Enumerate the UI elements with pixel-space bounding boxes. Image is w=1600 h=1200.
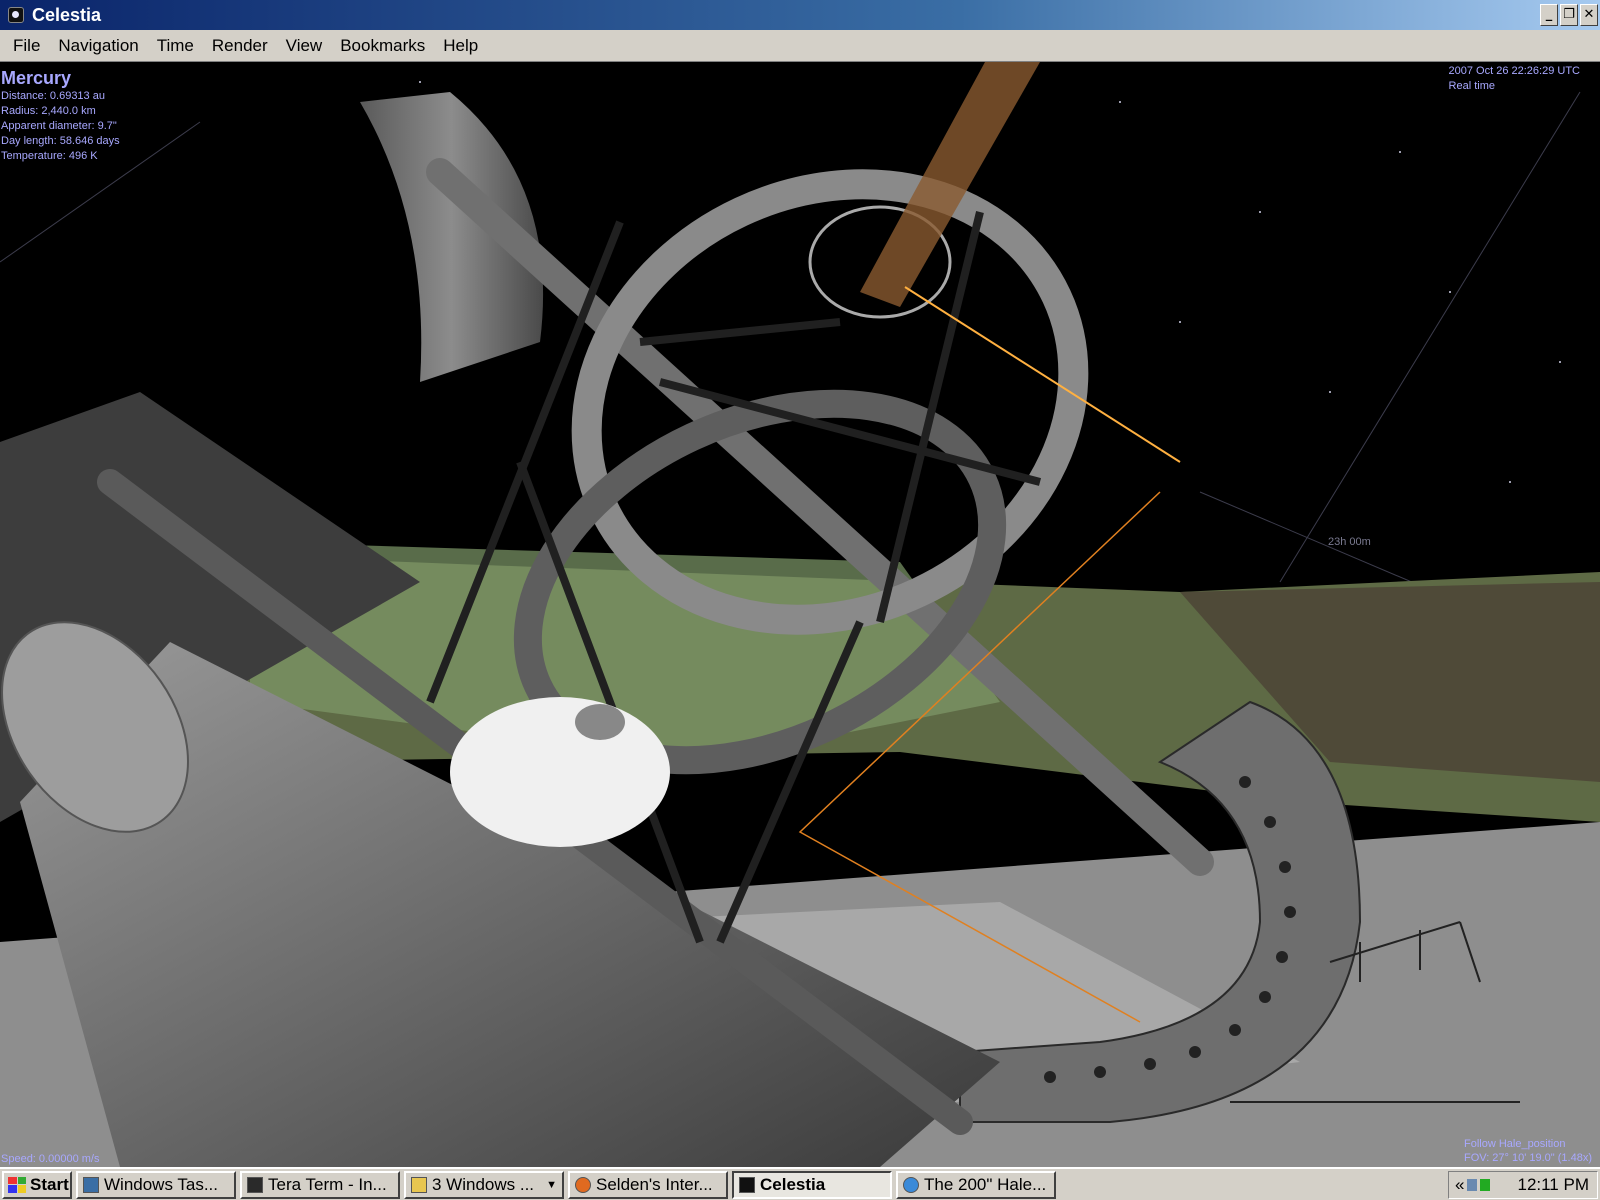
menu-navigation[interactable]: Navigation	[49, 36, 147, 56]
object-info: Distance: 0.69313 au Radius: 2,440.0 km …	[1, 89, 120, 164]
taskbar-item-label: Selden's Inter...	[596, 1174, 713, 1194]
system-tray: « 12:11 PM	[1448, 1171, 1598, 1199]
ie-icon	[903, 1176, 919, 1193]
follow-target: Follow Hale_position	[1463, 1138, 1566, 1150]
taskbar-item-label: Windows Tas...	[104, 1174, 219, 1194]
taskbar-item-label: Tera Term - In...	[268, 1174, 387, 1194]
grid-label: 23h 00m	[1328, 536, 1371, 548]
telescope-scene	[0, 62, 1600, 1167]
menu-time[interactable]: Time	[148, 36, 203, 56]
tray-expand-chevron[interactable]: «	[1455, 1175, 1464, 1195]
primary-mirror-opening	[450, 697, 670, 847]
start-label: Start	[30, 1174, 69, 1194]
3d-viewport[interactable]: Mercury Distance: 0.69313 au Radius: 2,4…	[0, 62, 1600, 1167]
info-radius: Radius: 2,440.0 km	[1, 105, 96, 117]
menu-bookmarks[interactable]: Bookmarks	[331, 36, 434, 56]
taskbar-item-task-manager[interactable]: Windows Tas...	[76, 1170, 236, 1199]
camera-status: Follow Hale_position FOV: 27° 10' 19.0" …	[1464, 1137, 1592, 1165]
fov-readout: FOV: 27° 10' 19.0" (1.48x)	[1463, 1152, 1592, 1164]
menu-view[interactable]: View	[277, 36, 332, 56]
time-mode: Real time	[1448, 80, 1495, 92]
close-button[interactable]: ✕	[1580, 4, 1598, 26]
window-controls: _ ❐ ✕	[1540, 4, 1598, 26]
info-apparent-diameter: Apparent diameter: 9.7"	[1, 120, 117, 132]
task-manager-icon	[83, 1176, 99, 1193]
taskbar-item-internet-explorer[interactable]: The 200" Hale...	[896, 1170, 1056, 1199]
info-day-length: Day length: 58.646 days	[1, 135, 120, 147]
minimize-button[interactable]: _	[1540, 4, 1558, 26]
menu-help[interactable]: Help	[434, 36, 487, 56]
speed-readout: Speed: 0.00000 m/s	[1, 1153, 100, 1165]
menu-render[interactable]: Render	[203, 36, 277, 56]
menu-file[interactable]: File	[4, 36, 49, 56]
windows-logo-icon	[8, 1176, 26, 1193]
time-display: 2007 Oct 26 22:26:29 UTC Real time	[1449, 64, 1580, 94]
taskbar-item-label: The 200" Hale...	[924, 1174, 1047, 1194]
selected-object-name: Mercury	[1, 68, 72, 88]
network-icon[interactable]	[1467, 1179, 1478, 1191]
start-button[interactable]: Start	[2, 1170, 72, 1199]
menu-bar: File Navigation Time Render View Bookmar…	[0, 30, 1600, 62]
taskbar-item-label: Celestia	[760, 1174, 826, 1194]
taskbar-item-windows-group[interactable]: 3 Windows ... ▼	[404, 1170, 564, 1199]
terminal-icon	[247, 1176, 263, 1193]
firefox-icon	[575, 1176, 591, 1193]
window-title: Celestia	[32, 4, 102, 25]
info-temperature: Temperature: 496 K	[1, 150, 98, 162]
taskbar-item-celestia[interactable]: Celestia	[732, 1170, 892, 1199]
restore-button[interactable]: ❐	[1560, 4, 1578, 26]
folder-icon	[411, 1176, 427, 1193]
celestia-app-icon[interactable]	[8, 7, 24, 23]
info-distance: Distance: 0.69313 au	[1, 90, 105, 102]
celestia-icon	[739, 1176, 755, 1193]
taskbar-item-firefox[interactable]: Selden's Inter...	[568, 1170, 728, 1199]
taskbar-item-label: 3 Windows ...	[432, 1174, 535, 1194]
status-icon[interactable]	[1480, 1179, 1491, 1191]
group-dropdown-arrow-icon: ▼	[546, 1178, 557, 1191]
datetime-readout: 2007 Oct 26 22:26:29 UTC	[1448, 65, 1580, 77]
taskbar: Start Windows Tas... Tera Term - In... 3…	[0, 1167, 1600, 1200]
title-bar: Celestia _ ❐ ✕	[0, 0, 1600, 30]
taskbar-item-tera-term[interactable]: Tera Term - In...	[240, 1170, 400, 1199]
clock[interactable]: 12:11 PM	[1517, 1175, 1589, 1195]
